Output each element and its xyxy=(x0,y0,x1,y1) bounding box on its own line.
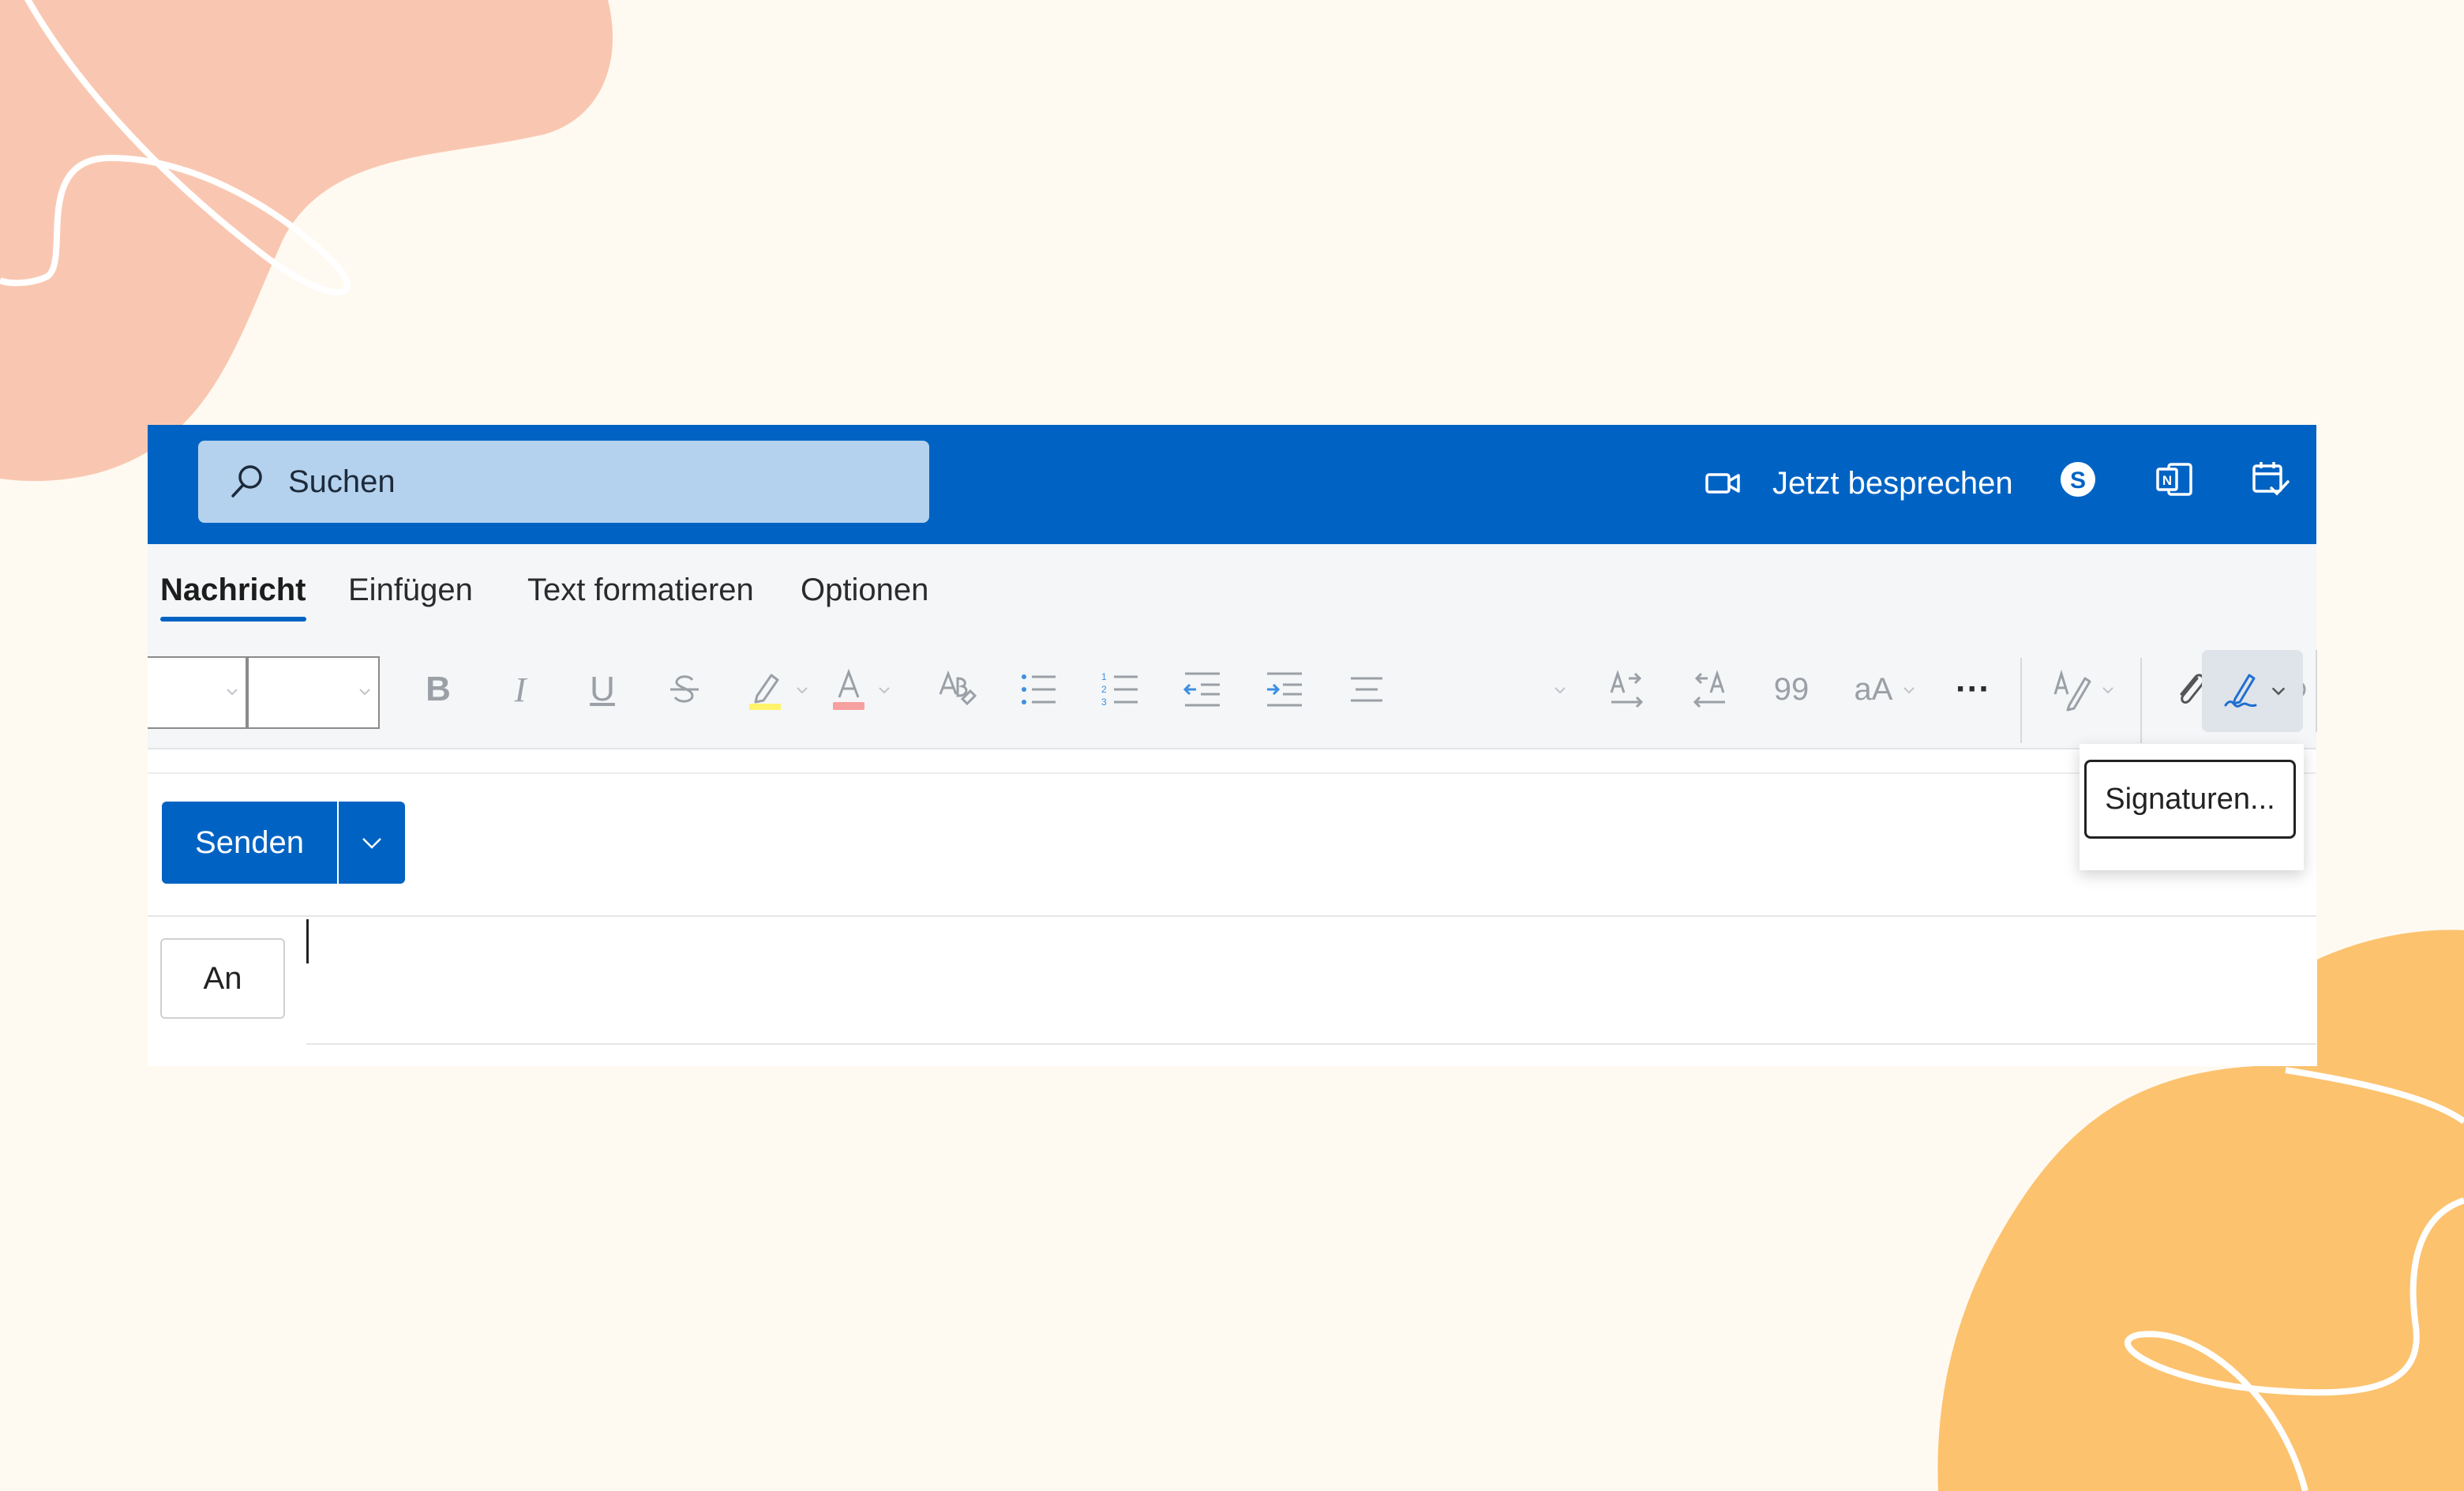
toolbar-separator xyxy=(2020,658,2022,743)
align-button[interactable] xyxy=(1341,664,1392,715)
italic-icon: I xyxy=(514,670,527,709)
increase-indent-button[interactable] xyxy=(1259,664,1310,715)
editor-icon xyxy=(2053,669,2091,712)
chevron-down-icon xyxy=(362,838,381,849)
toolbar-separator xyxy=(2140,658,2142,743)
outlook-compose-window: Suchen Jetzt besprechen S N Nachricht Ei… xyxy=(148,425,2316,1066)
clear-format-icon xyxy=(939,670,977,706)
signature-button[interactable] xyxy=(2202,650,2303,732)
bold-icon: B xyxy=(426,670,451,708)
video-icon xyxy=(1705,473,1740,494)
tab-text-formatieren[interactable]: Text formatieren xyxy=(527,561,754,618)
toolbar-bottom-line xyxy=(148,772,2316,774)
quote-button[interactable]: 99 xyxy=(1766,664,1817,715)
bold-button[interactable]: B xyxy=(413,664,463,715)
chevron-down-icon xyxy=(2271,687,2286,696)
search-box[interactable]: Suchen xyxy=(198,441,929,523)
decrease-indent-button[interactable] xyxy=(1177,664,1228,715)
numbered-list-button[interactable]: 1 2 3 xyxy=(1095,664,1146,715)
font-color-icon xyxy=(833,668,864,710)
send-label: Senden xyxy=(162,802,339,884)
font-size-button[interactable]: aA xyxy=(1848,664,1899,715)
editor-button[interactable] xyxy=(2047,664,2098,715)
clear-format-button[interactable] xyxy=(931,664,981,715)
send-button[interactable]: Senden xyxy=(162,802,405,884)
underline-button[interactable]: U xyxy=(577,664,628,715)
signature-icon xyxy=(2224,674,2257,708)
italic-button[interactable]: I xyxy=(495,664,546,715)
highlight-icon xyxy=(749,674,781,710)
signatures-menu-item[interactable]: Signaturen... xyxy=(2084,760,2296,839)
meet-now-label: Jetzt besprechen xyxy=(1772,465,2013,501)
svg-text:N: N xyxy=(2162,473,2172,488)
bullet-list-button[interactable] xyxy=(1013,664,1063,715)
send-options-dropdown[interactable] xyxy=(339,802,405,884)
svg-text:1: 1 xyxy=(1101,671,1107,682)
toolbar-separator xyxy=(2316,650,2317,732)
to-button[interactable]: An xyxy=(160,938,285,1019)
highlight-button[interactable] xyxy=(741,664,792,715)
rtl-button[interactable] xyxy=(1684,664,1735,715)
chevron-down-icon xyxy=(227,689,238,696)
ltr-icon xyxy=(1610,670,1644,708)
decrease-indent-icon xyxy=(1183,672,1220,707)
numbered-list-icon: 1 2 3 xyxy=(1101,671,1138,708)
rtl-icon xyxy=(1693,670,1725,708)
skype-icon[interactable]: S xyxy=(2057,458,2099,501)
header-divider xyxy=(148,915,2316,917)
strikethrough-icon xyxy=(670,675,699,703)
font-size-icon: aA xyxy=(1854,671,1893,707)
more-icon: ··· xyxy=(1956,670,1990,708)
font-color-button[interactable] xyxy=(823,664,874,715)
top-bar: Suchen Jetzt besprechen S N xyxy=(148,425,2316,544)
chevron-down-icon xyxy=(359,689,370,696)
chevron-down-icon[interactable] xyxy=(1902,683,1916,697)
ltr-button[interactable] xyxy=(1602,664,1652,715)
underline-icon: U xyxy=(590,670,615,708)
increase-indent-icon xyxy=(1267,672,1302,707)
chevron-down-icon[interactable] xyxy=(795,683,809,697)
svg-text:2: 2 xyxy=(1101,684,1107,695)
more-options-button[interactable]: ··· xyxy=(1948,664,1998,715)
svg-text:3: 3 xyxy=(1101,697,1107,708)
bullet-list-icon xyxy=(1022,674,1056,704)
chevron-down-icon[interactable] xyxy=(2101,683,2115,697)
signature-dropdown-menu: Signaturen... xyxy=(2080,744,2304,870)
tab-nachricht[interactable]: Nachricht xyxy=(160,561,306,622)
chevron-down-icon[interactable] xyxy=(877,683,891,697)
calendar-check-icon[interactable] xyxy=(2249,458,2292,501)
meet-now-button[interactable]: Jetzt besprechen xyxy=(1705,452,2013,515)
formatting-toolbar: B I U 1 2 3 99 aA ··· xyxy=(148,642,2316,749)
search-icon xyxy=(231,465,262,498)
tab-optionen[interactable]: Optionen xyxy=(801,561,928,618)
tab-einfuegen[interactable]: Einfügen xyxy=(348,561,473,618)
strikethrough-button[interactable] xyxy=(659,664,710,715)
to-input[interactable] xyxy=(309,919,2298,1038)
font-size-select[interactable] xyxy=(247,656,380,729)
onenote-icon[interactable]: N xyxy=(2153,458,2196,501)
quote-icon: 99 xyxy=(1773,671,1810,707)
chevron-down-icon[interactable] xyxy=(1553,683,1567,697)
ribbon-tabs: Nachricht Einfügen Text formatieren Opti… xyxy=(148,544,2316,642)
align-icon xyxy=(1351,677,1382,702)
font-name-select[interactable] xyxy=(148,656,247,729)
svg-text:S: S xyxy=(2070,468,2086,494)
to-field-underline xyxy=(306,1043,2316,1045)
search-placeholder: Suchen xyxy=(288,464,396,499)
